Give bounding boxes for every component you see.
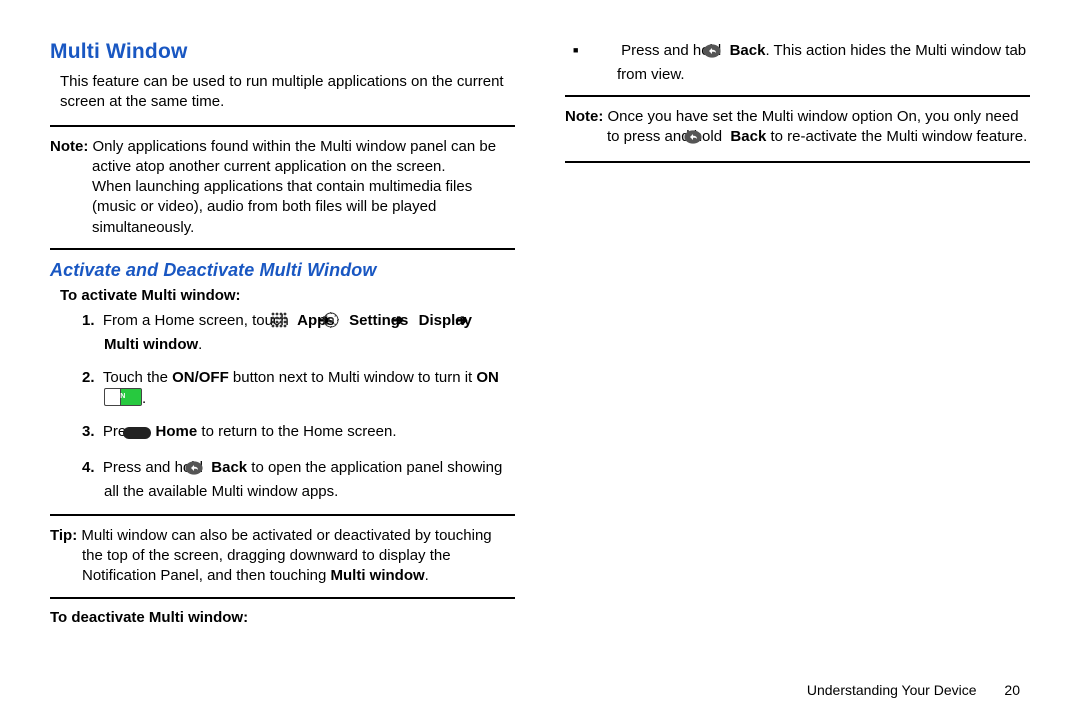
step-number: 2.	[82, 369, 95, 386]
back-label: Back	[730, 42, 766, 59]
tip-label: Tip:	[50, 527, 77, 544]
subsection-heading: Activate and Deactivate Multi Window	[50, 260, 515, 281]
multi-window-label: Multi window	[104, 336, 198, 353]
period: .	[425, 567, 429, 584]
period: .	[198, 336, 202, 353]
home-label: Home	[156, 423, 198, 440]
note-label: Note:	[565, 108, 603, 125]
page-body: Multi Window This feature can be used to…	[0, 0, 1080, 690]
deactivate-label: To deactivate Multi window:	[50, 609, 515, 626]
multi-window-label: Multi window	[331, 567, 425, 584]
section-heading: Multi Window	[50, 40, 515, 64]
arrow-icon: ➔	[339, 310, 341, 331]
note-text-a: Only applications found within the Multi…	[92, 138, 496, 175]
note-block: Note: Once you have set the Multi window…	[565, 107, 1030, 151]
arrow-icon: ➔	[476, 310, 478, 331]
deactivate-list: Press and hold Back. This action hides t…	[565, 40, 1030, 85]
back-label: Back	[211, 459, 247, 476]
note-text: to re-activate the Multi window feature.	[766, 128, 1027, 145]
step-number: 4.	[82, 459, 95, 476]
tip-text: Multi window can also be activated or de…	[81, 527, 491, 585]
step-text: Touch the	[103, 369, 172, 386]
step-number: 1.	[82, 312, 95, 329]
arrow-icon: ➔	[412, 310, 414, 331]
divider	[50, 125, 515, 127]
divider	[565, 95, 1030, 97]
back-label: Back	[730, 128, 766, 145]
tip-block: Tip: Multi window can also be activated …	[50, 526, 515, 587]
page-footer: Understanding Your Device 20	[807, 682, 1020, 698]
divider	[50, 597, 515, 599]
divider	[565, 161, 1030, 163]
on-switch-icon: ON	[104, 388, 142, 406]
step-text: From a Home screen, touch	[103, 312, 293, 329]
note-text-b: When launching applications that contain…	[92, 178, 472, 236]
intro-text: This feature can be used to run multiple…	[60, 72, 515, 113]
step-4: 4. Press and hold Back to open the appli…	[82, 457, 515, 502]
activate-steps: 1. From a Home screen, touch Apps ➔ Sett…	[50, 310, 515, 502]
step-text: button next to Multi window to turn it	[229, 369, 477, 386]
onoff-label: ON/OFF	[172, 369, 229, 386]
activate-label: To activate Multi window:	[60, 287, 515, 304]
divider	[50, 514, 515, 516]
page-number: 20	[1004, 682, 1020, 698]
period: .	[142, 390, 146, 407]
divider	[50, 248, 515, 250]
step-2: 2. Touch the ON/OFF button next to Multi…	[82, 367, 515, 409]
step-text: to return to the Home screen.	[197, 423, 396, 440]
list-item: Press and hold Back. This action hides t…	[595, 40, 1030, 85]
footer-section: Understanding Your Device	[807, 682, 977, 698]
step-3: 3. Press Home to return to the Home scre…	[82, 421, 515, 445]
step-number: 3.	[82, 423, 95, 440]
on-label: ON	[476, 369, 499, 386]
note-label: Note:	[50, 138, 88, 155]
switch-knob: ON	[120, 389, 141, 405]
note-block: Note: Only applications found within the…	[50, 137, 515, 238]
step-1: 1. From a Home screen, touch Apps ➔ Sett…	[82, 310, 515, 355]
home-button-icon	[145, 424, 151, 445]
